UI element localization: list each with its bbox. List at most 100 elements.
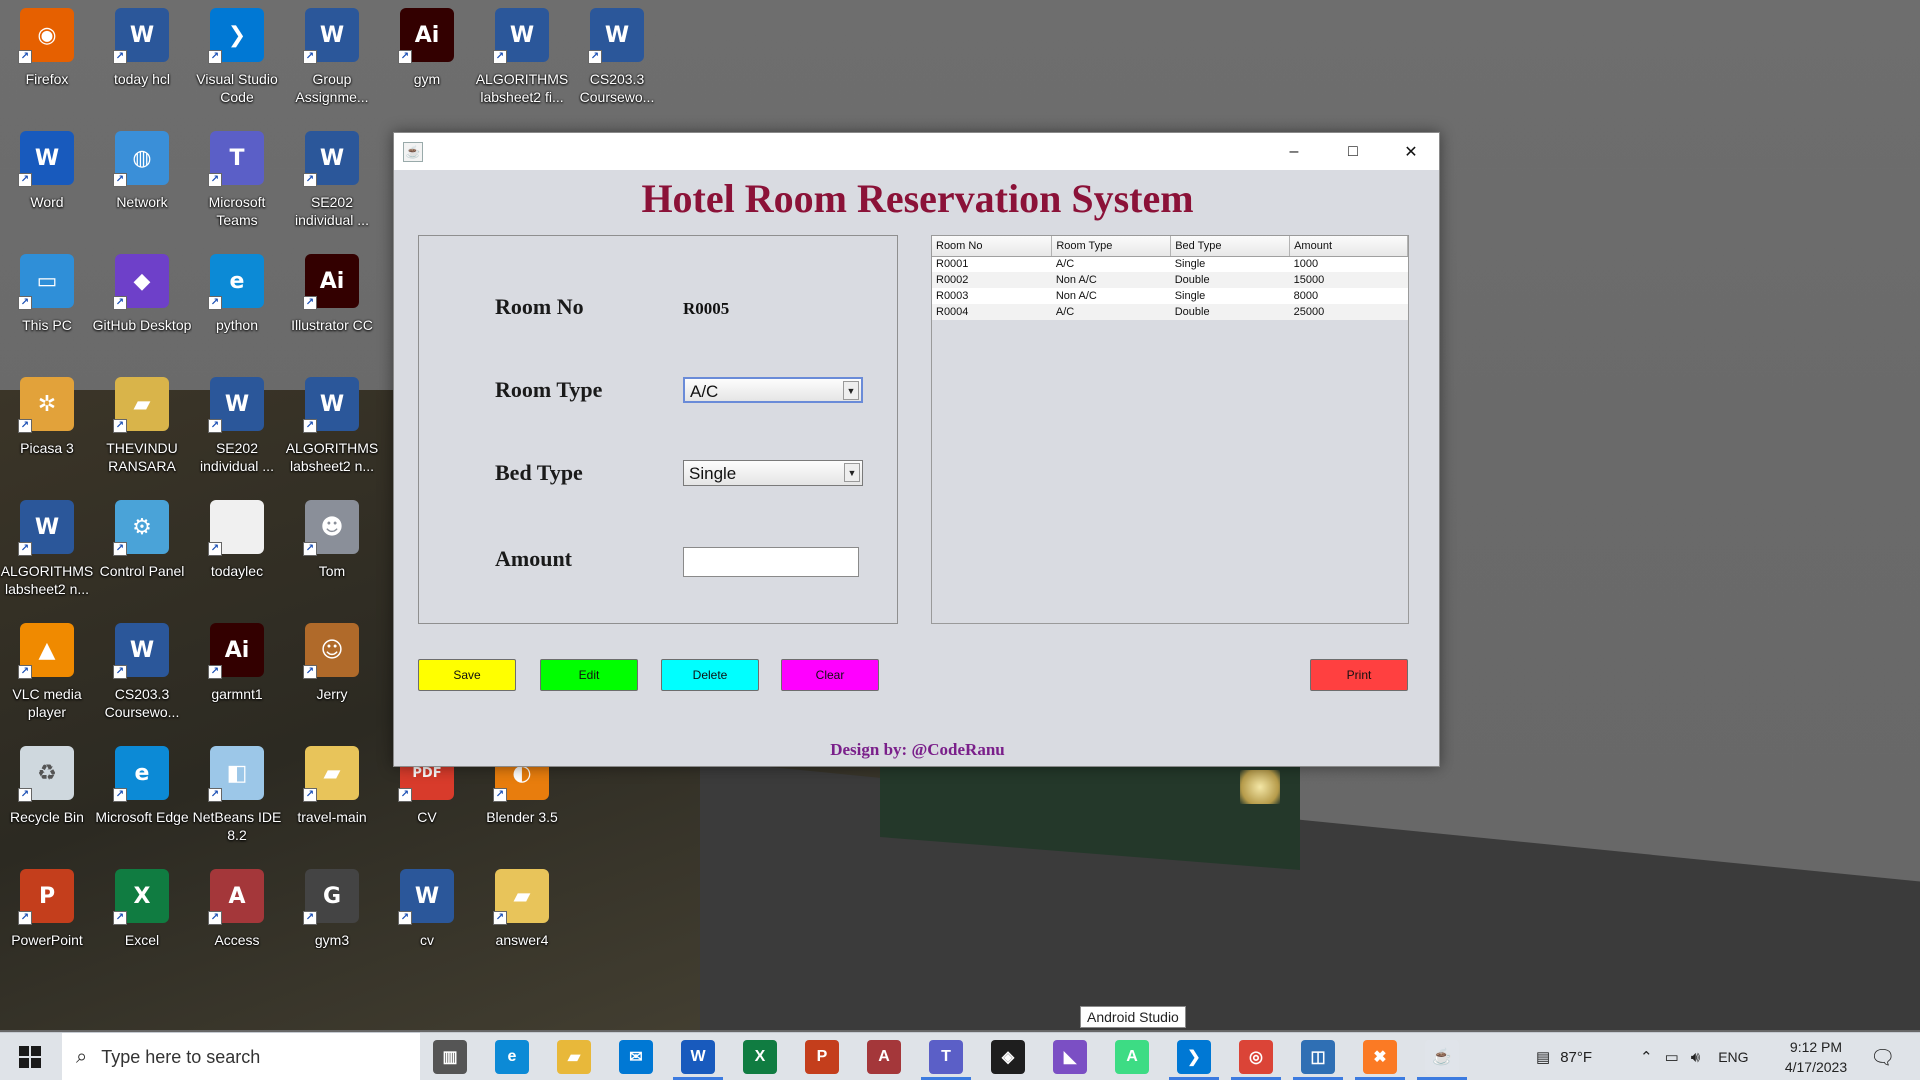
teams-icon[interactable]: T xyxy=(929,1040,963,1074)
column-header-room-type[interactable]: Room Type xyxy=(1051,236,1172,257)
edit-button[interactable]: Edit xyxy=(540,659,638,691)
print-button[interactable]: Print xyxy=(1310,659,1408,691)
table-row[interactable]: R0003 Non A/C Single 8000 xyxy=(932,288,1408,304)
table-cell[interactable]: R0001 xyxy=(932,256,1052,272)
java-icon[interactable]: ☕ xyxy=(1425,1040,1459,1074)
edge-icon[interactable]: e xyxy=(495,1040,529,1074)
desktop-shortcut[interactable]: A ↗ Access xyxy=(191,869,283,987)
table-cell[interactable]: Non A/C xyxy=(1051,288,1171,304)
table-cell[interactable]: 25000 xyxy=(1289,304,1408,320)
table-cell[interactable]: 15000 xyxy=(1289,272,1408,288)
chevron-up-icon[interactable]: ⌃ xyxy=(1640,1048,1653,1066)
desktop-shortcut[interactable]: ▰ ↗ THEVINDU RANSARA xyxy=(96,377,188,495)
table-cell[interactable]: Non A/C xyxy=(1051,272,1171,288)
table-cell[interactable]: 8000 xyxy=(1289,288,1408,304)
maximize-button[interactable]: □ xyxy=(1324,133,1382,170)
desktop-shortcut[interactable]: Ai ↗ Illustrator CC xyxy=(286,254,378,372)
desktop-shortcut[interactable]: G ↗ gym3 xyxy=(286,869,378,987)
start-button[interactable] xyxy=(0,1033,60,1080)
table-row[interactable]: R0002 Non A/C Double 15000 xyxy=(932,272,1408,288)
desktop-shortcut[interactable]: W ↗ CS203.3 Coursewo... xyxy=(96,623,188,741)
desktop-shortcut[interactable]: ▰ ↗ travel-main xyxy=(286,746,378,864)
table-cell[interactable]: Single xyxy=(1170,256,1290,272)
table-cell[interactable]: Double xyxy=(1170,304,1290,320)
column-header-bed-type[interactable]: Bed Type xyxy=(1170,236,1291,257)
clear-button[interactable]: Clear xyxy=(781,659,879,691)
desktop-shortcut[interactable]: W ↗ ALGORITHMS labsheet2 n... xyxy=(286,377,378,495)
table-cell[interactable]: Single xyxy=(1170,288,1290,304)
desktop-shortcut[interactable]: ◉ ↗ Firefox xyxy=(1,8,93,126)
desktop-shortcut[interactable]: ✲ ↗ Picasa 3 xyxy=(1,377,93,495)
language-indicator[interactable]: ENG xyxy=(1718,1049,1748,1065)
desktop-shortcut[interactable]: ◆ ↗ GitHub Desktop xyxy=(93,254,191,372)
delete-button[interactable]: Delete xyxy=(661,659,759,691)
weather-widget[interactable]: ▤ 87°F xyxy=(1536,1033,1592,1080)
desktop-shortcut[interactable]: P ↗ PowerPoint xyxy=(1,869,93,987)
desktop-shortcut[interactable]: ◧ ↗ NetBeans IDE 8.2 xyxy=(191,746,283,864)
powerpoint-icon[interactable]: P xyxy=(805,1040,839,1074)
task-view-icon[interactable]: ▥ xyxy=(433,1040,467,1074)
minimize-button[interactable]: – xyxy=(1265,133,1323,170)
volume-icon[interactable]: 🔊︎ xyxy=(1691,1049,1700,1066)
excel-icon[interactable]: X xyxy=(743,1040,777,1074)
virtualbox-icon[interactable]: ◫ xyxy=(1301,1040,1335,1074)
desktop-shortcut[interactable]: W ↗ today hcl xyxy=(96,8,188,126)
desktop-shortcut[interactable]: ❯ ↗ Visual Studio Code xyxy=(191,8,283,126)
file-explorer-icon[interactable]: ▰ xyxy=(557,1040,591,1074)
desktop-shortcut[interactable]: W ↗ SE202 individual ... xyxy=(191,377,283,495)
rooms-table[interactable]: Room No Room Type Bed Type Amount R0001 A… xyxy=(932,236,1408,320)
desktop-shortcut[interactable]: ▭ ↗ This PC xyxy=(1,254,93,372)
desktop-shortcut[interactable]: ↗ todaylec xyxy=(191,500,283,618)
table-cell[interactable]: Double xyxy=(1170,272,1290,288)
android-studio-icon[interactable]: A xyxy=(1115,1040,1149,1074)
desktop-shortcut[interactable]: ♻ ↗ Recycle Bin xyxy=(1,746,93,864)
desktop-shortcut[interactable]: T ↗ Microsoft Teams xyxy=(191,131,283,249)
table-row[interactable]: R0001 A/C Single 1000 xyxy=(932,256,1408,272)
desktop-shortcut[interactable]: ▲ ↗ VLC media player xyxy=(1,623,93,741)
taskbar-search[interactable]: ⌕ Type here to search xyxy=(62,1033,420,1080)
table-cell[interactable]: A/C xyxy=(1051,256,1171,272)
desktop-shortcut[interactable]: W ↗ Word xyxy=(1,131,93,249)
table-cell[interactable]: A/C xyxy=(1051,304,1171,320)
mail-icon[interactable]: ✉ xyxy=(619,1040,653,1074)
table-row[interactable]: R0004 A/C Double 25000 xyxy=(932,304,1408,320)
desktop-shortcut[interactable]: Ai ↗ gym xyxy=(381,8,473,126)
notifications-icon[interactable]: 🗨︎ xyxy=(1870,1033,1895,1080)
save-button[interactable]: Save xyxy=(418,659,516,691)
close-button[interactable]: ✕ xyxy=(1382,133,1440,170)
desktop-shortcut[interactable]: W ↗ Group Assignme... xyxy=(286,8,378,126)
desktop-shortcut[interactable]: X ↗ Excel xyxy=(96,869,188,987)
desktop-shortcut[interactable]: Ai ↗ garmnt1 xyxy=(191,623,283,741)
access-icon[interactable]: A xyxy=(867,1040,901,1074)
desktop-shortcut[interactable]: W ↗ cv xyxy=(381,869,473,987)
vscode-icon[interactable]: ❯ xyxy=(1177,1040,1211,1074)
battery-icon[interactable]: ▭ xyxy=(1665,1048,1679,1066)
bed-type-select[interactable]: Single ▼ xyxy=(683,460,863,486)
desktop-shortcut[interactable]: e ↗ python xyxy=(191,254,283,372)
table-cell[interactable]: 1000 xyxy=(1289,256,1408,272)
column-header-amount[interactable]: Amount xyxy=(1289,236,1408,257)
table-cell[interactable]: R0002 xyxy=(932,272,1052,288)
desktop-shortcut[interactable]: e ↗ Microsoft Edge xyxy=(95,746,189,864)
word-icon[interactable]: W xyxy=(681,1040,715,1074)
desktop-shortcut[interactable]: W ↗ ALGORITHMS labsheet2 fi... xyxy=(476,8,568,126)
column-header-room-no[interactable]: Room No xyxy=(932,236,1053,257)
desktop-shortcut[interactable]: ☺ ↗ Jerry xyxy=(286,623,378,741)
desktop-shortcut[interactable]: W ↗ ALGORITHMS labsheet2 n... xyxy=(1,500,93,618)
clock[interactable]: 9:12 PM 4/17/2023 xyxy=(1776,1037,1856,1077)
desktop-shortcut[interactable]: W ↗ SE202 individual ... xyxy=(286,131,378,249)
table-cell[interactable]: R0003 xyxy=(932,288,1052,304)
xampp-icon[interactable]: ✖ xyxy=(1363,1040,1397,1074)
amount-input[interactable] xyxy=(683,547,859,577)
desktop-shortcut[interactable]: W ↗ CS203.3 Coursewo... xyxy=(571,8,663,126)
room-type-select[interactable]: A/C ▼ xyxy=(683,377,863,403)
desktop-shortcut[interactable]: ☻ ↗ Tom xyxy=(286,500,378,618)
title-bar[interactable]: ☕ – □ ✕ xyxy=(394,133,1439,170)
figma-icon[interactable]: ◈ xyxy=(991,1040,1025,1074)
desktop-shortcut[interactable]: ⚙ ↗ Control Panel xyxy=(96,500,188,618)
table-cell[interactable]: R0004 xyxy=(932,304,1052,320)
desktop-shortcut[interactable]: ▰ ↗ answer4 xyxy=(476,869,568,987)
chevron-down-icon[interactable]: ▼ xyxy=(844,463,860,482)
chrome-icon[interactable]: ◎ xyxy=(1239,1040,1273,1074)
desktop-shortcut[interactable]: ◍ ↗ Network xyxy=(96,131,188,249)
